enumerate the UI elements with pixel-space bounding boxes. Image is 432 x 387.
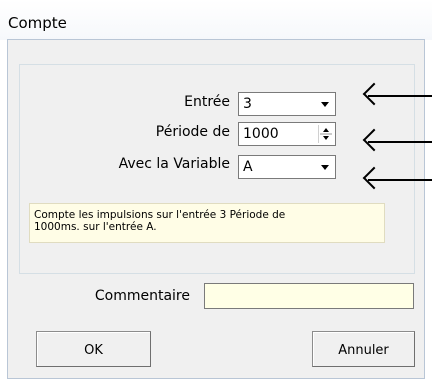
ok-button[interactable]: OK xyxy=(36,331,151,367)
title-bar: Compte xyxy=(0,0,432,40)
info-text-2: 1000ms. sur l'entrée A. xyxy=(34,221,157,233)
info-box: Compte les impulsions sur l'entrée 3 Pér… xyxy=(29,203,385,243)
info-text-1: Compte les impulsions sur l'entrée 3 Pér… xyxy=(34,209,286,221)
periode-label: Période de xyxy=(155,124,230,140)
dialog-window: Compte Entrée 3 Période de 1000 Avec la … xyxy=(0,0,432,387)
cancel-button-label: Annuler xyxy=(338,343,389,358)
ok-button-label: OK xyxy=(84,343,103,358)
window-title: Compte xyxy=(8,14,67,32)
arrow-left-icon xyxy=(368,141,432,143)
arrow-left-icon xyxy=(368,179,432,181)
variable-value: A xyxy=(243,159,253,175)
chevron-down-icon[interactable] xyxy=(318,97,332,111)
cancel-button[interactable]: Annuler xyxy=(312,331,415,367)
entree-select[interactable]: 3 xyxy=(238,92,336,116)
entree-label: Entrée xyxy=(184,94,230,110)
chevron-down-icon[interactable] xyxy=(318,160,332,174)
entree-value: 3 xyxy=(243,96,252,112)
variable-label: Avec la Variable xyxy=(118,156,230,172)
arrow-left-icon xyxy=(368,95,432,97)
periode-value: 1000 xyxy=(243,126,279,142)
periode-stepper[interactable]: 1000 xyxy=(238,122,336,146)
comment-label: Commentaire xyxy=(94,288,190,304)
variable-select[interactable]: A xyxy=(238,155,336,179)
comment-input[interactable] xyxy=(204,283,414,309)
spin-up-down-icon[interactable] xyxy=(318,125,333,143)
